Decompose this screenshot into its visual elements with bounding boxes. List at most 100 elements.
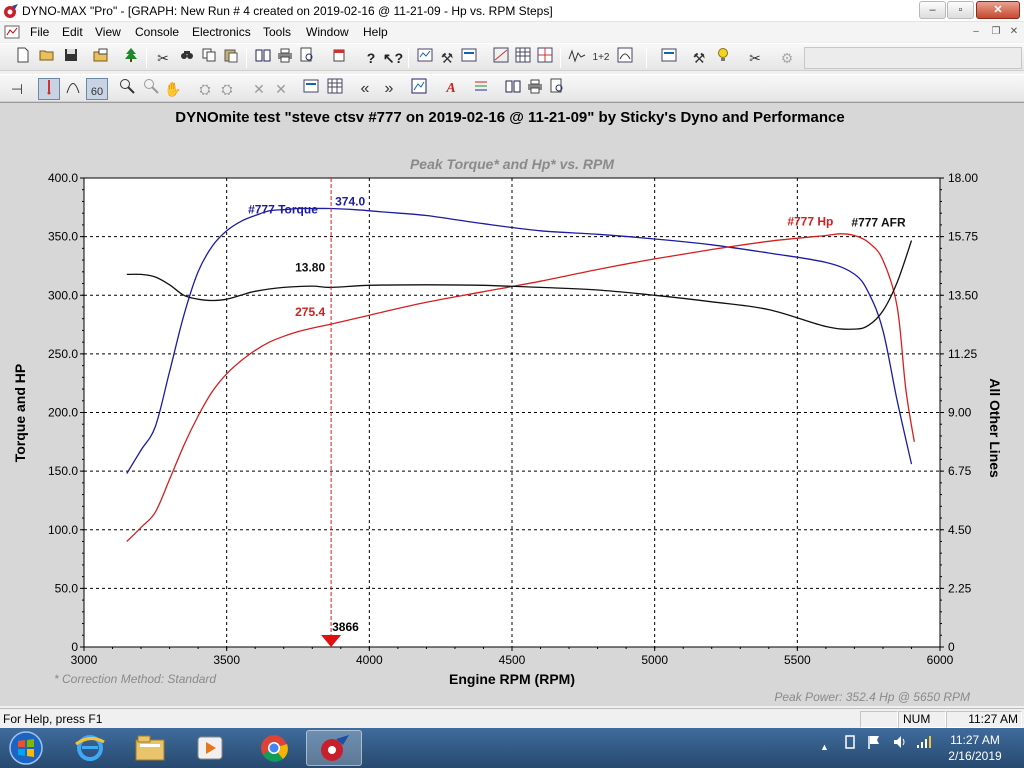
mdi-minimize-button[interactable]: – (968, 25, 984, 39)
clock-date: 2/16/2019 (948, 749, 1002, 763)
export-icon[interactable] (328, 47, 350, 69)
graph-settings-icon[interactable] (414, 47, 436, 69)
tray-device-icon[interactable] (842, 734, 858, 753)
context-help-icon[interactable]: ↖? (382, 47, 404, 69)
step-forward-icon[interactable]: » (378, 78, 400, 100)
spreadsheet-icon[interactable] (490, 47, 512, 69)
x-tick-label: 4000 (356, 653, 383, 667)
dyno-max-app-icon[interactable] (3, 3, 19, 19)
afr-legend-label: #777 AFR (851, 216, 906, 230)
copy-icon[interactable] (198, 47, 220, 69)
file-explorer-taskbar-icon[interactable] (122, 730, 178, 766)
menu-view[interactable]: View (95, 25, 121, 39)
graph-options-icon[interactable] (300, 78, 322, 100)
find-icon[interactable] (176, 47, 198, 69)
run-compare-icon[interactable] (534, 47, 556, 69)
y2-axis-label: All Other Lines (987, 378, 1003, 478)
graph-config-icon[interactable] (658, 47, 680, 69)
book2-icon[interactable] (502, 78, 524, 100)
cursor-marker-icon[interactable] (38, 78, 60, 100)
y2-tick-label: 13.50 (948, 288, 978, 302)
wave-icon[interactable] (566, 47, 588, 69)
preview2-icon[interactable] (546, 78, 568, 100)
menu-file[interactable]: File (30, 25, 49, 39)
correction-footnote: * Correction Method: Standard (54, 672, 216, 686)
chrome-taskbar-icon[interactable] (246, 730, 302, 766)
gauge-icon[interactable] (458, 47, 480, 69)
y-tick-label: 200.0 (48, 406, 78, 420)
zoom-out-icon[interactable] (140, 78, 162, 100)
trace-off-icon[interactable]: ✕ (270, 78, 292, 100)
tools-icon[interactable]: ⚒ (436, 47, 458, 69)
save-icon[interactable] (60, 47, 82, 69)
menu-tools[interactable]: Tools (263, 25, 291, 39)
y2-tick-label: 6.75 (948, 464, 972, 478)
help-icon[interactable]: ? (360, 47, 382, 69)
tray-overflow-icon[interactable]: ▲ (820, 742, 829, 752)
menu-bar: File Edit View Console Electronics Tools… (0, 22, 1024, 42)
close-button[interactable]: ✕ (976, 1, 1020, 19)
menu-console[interactable]: Console (135, 25, 179, 39)
step-back-icon[interactable]: « (354, 78, 376, 100)
x-tick-label: 6000 (927, 653, 954, 667)
minimize-button[interactable]: – (919, 1, 946, 19)
taskbar-clock[interactable]: 11:27 AM 2/16/2019 (940, 732, 1010, 764)
new-file-icon[interactable] (12, 47, 34, 69)
table-icon[interactable] (512, 47, 534, 69)
print-preview-icon[interactable] (296, 47, 318, 69)
cut-icon[interactable]: ✂ (152, 47, 174, 69)
print2-icon[interactable] (524, 78, 546, 100)
chart-icon[interactable] (408, 78, 430, 100)
maximize-button[interactable]: ▫ (947, 1, 974, 19)
open-run-icon[interactable] (90, 47, 112, 69)
menu-help[interactable]: Help (363, 25, 388, 39)
window-title: DYNO-MAX "Pro" - [GRAPH: New Run # 4 cre… (22, 4, 553, 18)
y2-tick-label: 18.00 (948, 171, 978, 185)
hp-cursor-value: 275.4 (295, 305, 325, 319)
chart-title: Peak Torque* and Hp* vs. RPM (410, 156, 614, 172)
menu-window[interactable]: Window (306, 25, 349, 39)
legend-icon[interactable] (470, 78, 492, 100)
y-tick-label: 300.0 (48, 288, 78, 302)
mdi-close-button[interactable]: ✕ (1006, 25, 1022, 39)
tray-flag-icon[interactable] (866, 734, 882, 753)
pan-hand-icon[interactable]: ✋ (162, 78, 184, 100)
pin-icon[interactable]: ⊣ (6, 78, 28, 100)
y-tick-label: 50.0 (55, 581, 79, 595)
menu-edit[interactable]: Edit (62, 25, 83, 39)
dyno-chart[interactable]: DYNOmite test "steve ctsv #777 on 2019-0… (0, 103, 1024, 707)
tray-volume-icon[interactable] (892, 734, 908, 753)
y-tick-label: 250.0 (48, 347, 78, 361)
start-button[interactable] (2, 729, 52, 767)
media-player-taskbar-icon[interactable] (182, 730, 238, 766)
main-toolbar: ✂ ? ↖? ⚒ 1+2 ⚒ ✂ ⚙ (0, 43, 1024, 71)
bulb-icon[interactable] (712, 47, 734, 69)
paste-icon[interactable] (220, 47, 242, 69)
trace-icon[interactable]: ✕ (248, 78, 270, 100)
step-counter-icon[interactable]: 1+2 (590, 47, 612, 69)
x-tick-label: 5000 (641, 653, 668, 667)
smooth-icon[interactable]: 60 (86, 78, 108, 100)
dyno-max-taskbar-icon[interactable] (306, 730, 362, 766)
grid-icon[interactable] (324, 78, 346, 100)
menu-electronics[interactable]: Electronics (192, 25, 251, 39)
y2-tick-label: 4.50 (948, 523, 972, 537)
dyno-b-icon[interactable]: ⛭ (216, 78, 238, 100)
print-icon[interactable] (274, 47, 296, 69)
meter-icon[interactable] (614, 47, 636, 69)
tree-icon[interactable] (120, 47, 142, 69)
document-menu-icon[interactable] (4, 25, 20, 39)
calibrate-icon[interactable]: ✂ (744, 47, 766, 69)
curve-icon[interactable] (62, 78, 84, 100)
wrench-icon[interactable]: ⚒ (688, 47, 710, 69)
font-icon[interactable]: A (440, 78, 462, 100)
clock-time: 11:27 AM (950, 733, 1000, 747)
book-icon[interactable] (252, 47, 274, 69)
zoom-in-icon[interactable] (116, 78, 138, 100)
y2-tick-label: 15.75 (948, 230, 978, 244)
tray-network-icon[interactable] (916, 734, 932, 753)
mdi-restore-button[interactable]: ❐ (988, 25, 1004, 39)
dyno-a-icon[interactable]: ⛭ (194, 78, 216, 100)
internet-explorer-taskbar-icon[interactable] (62, 730, 118, 766)
open-folder-icon[interactable] (36, 47, 58, 69)
